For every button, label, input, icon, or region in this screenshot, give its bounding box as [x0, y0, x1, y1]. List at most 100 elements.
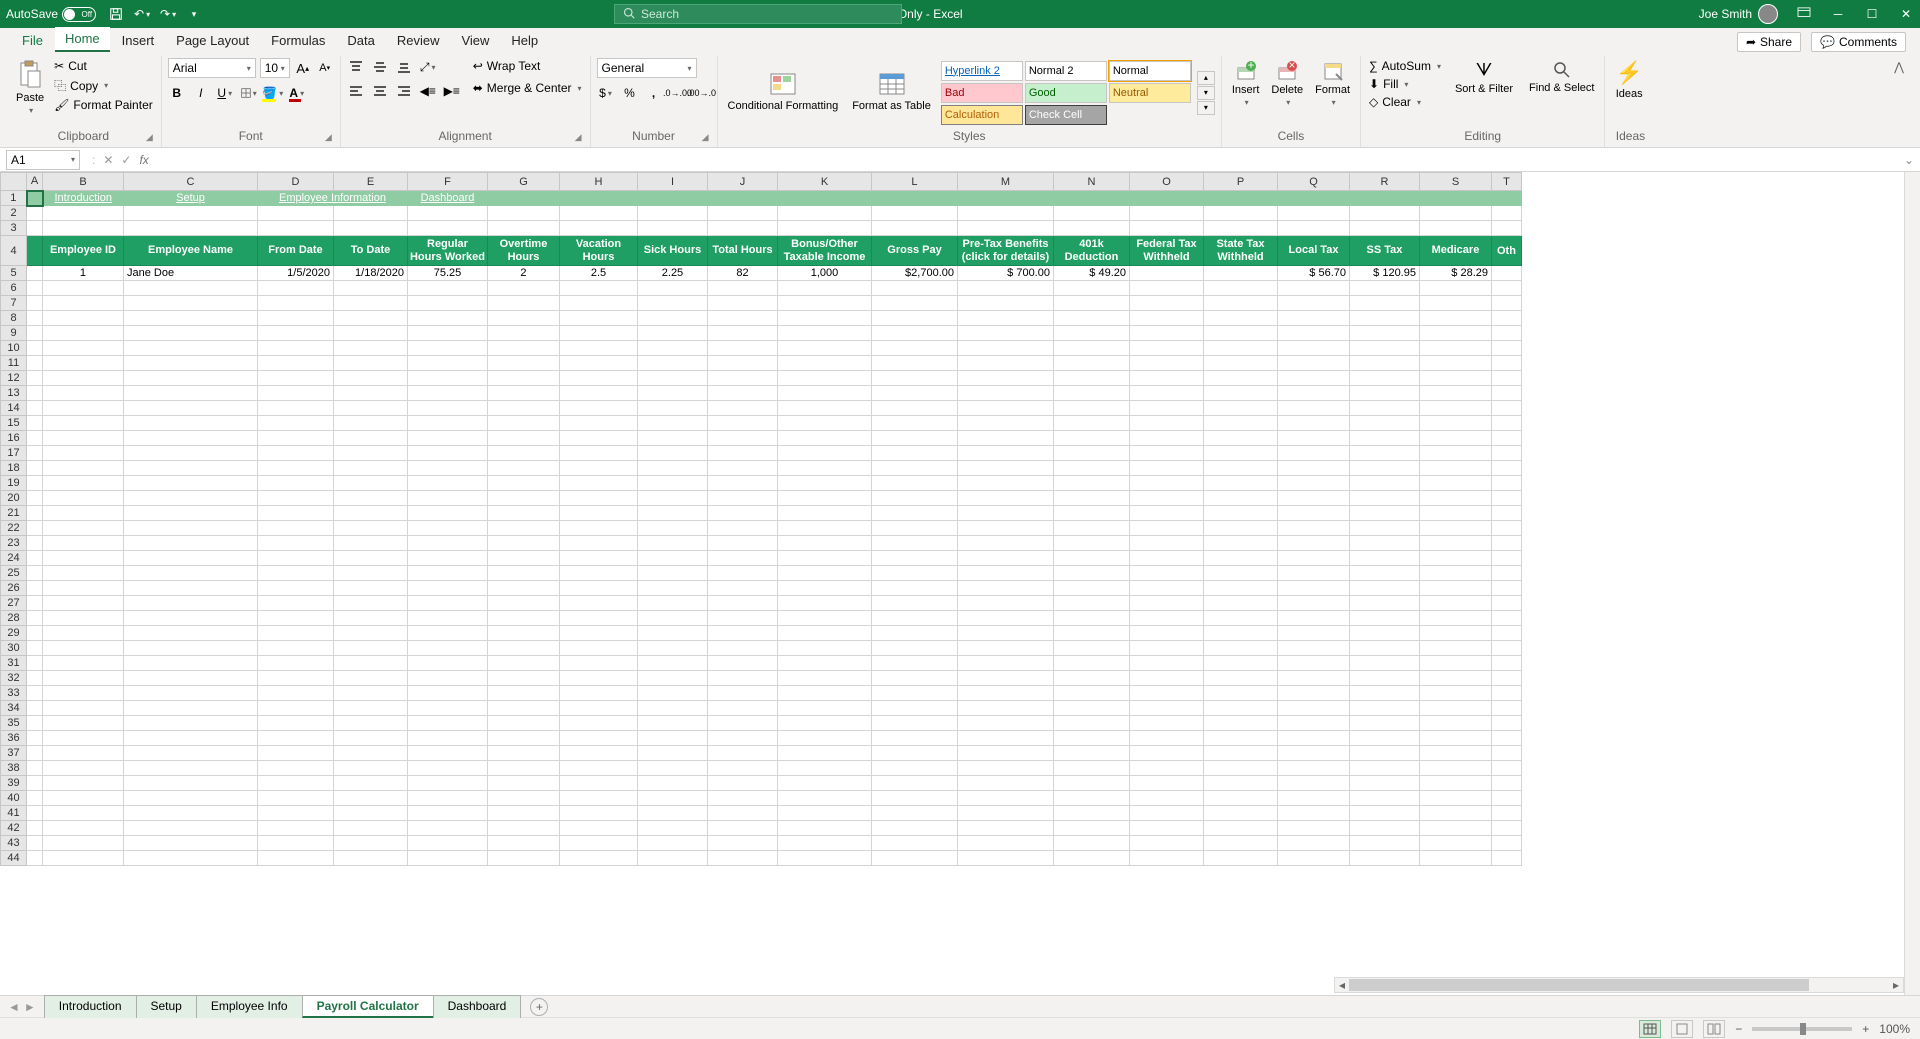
- spreadsheet-grid[interactable]: ABCDEFGHIJKLMNOPQRST1IntroductionSetupEm…: [0, 172, 1522, 866]
- conditional-formatting-button[interactable]: Conditional Formatting: [724, 70, 843, 114]
- cell[interactable]: [257, 701, 333, 716]
- cell[interactable]: [407, 626, 487, 641]
- cell[interactable]: [1349, 416, 1419, 431]
- cell[interactable]: [487, 701, 559, 716]
- cell[interactable]: [559, 416, 637, 431]
- cell[interactable]: [957, 716, 1053, 731]
- cell[interactable]: [707, 386, 777, 401]
- cell[interactable]: [43, 581, 124, 596]
- cell[interactable]: [871, 761, 957, 776]
- cell[interactable]: [487, 431, 559, 446]
- cell[interactable]: [559, 446, 637, 461]
- cell[interactable]: [957, 326, 1053, 341]
- cell[interactable]: [43, 701, 124, 716]
- cell[interactable]: [487, 371, 559, 386]
- cell[interactable]: [957, 551, 1053, 566]
- cell[interactable]: [1129, 581, 1203, 596]
- cell[interactable]: [1129, 566, 1203, 581]
- cell[interactable]: [27, 281, 43, 296]
- cell[interactable]: [707, 641, 777, 656]
- cell[interactable]: [1419, 581, 1491, 596]
- cell[interactable]: [1491, 401, 1521, 416]
- cell[interactable]: [407, 731, 487, 746]
- styles-more[interactable]: ▾: [1197, 101, 1215, 115]
- cell[interactable]: [1419, 671, 1491, 686]
- cell[interactable]: [871, 221, 957, 236]
- cell[interactable]: [777, 671, 871, 686]
- cell[interactable]: [487, 641, 559, 656]
- cell[interactable]: [123, 791, 257, 806]
- cell[interactable]: [1349, 386, 1419, 401]
- cell[interactable]: [487, 731, 559, 746]
- cell[interactable]: [777, 551, 871, 566]
- cell[interactable]: [123, 806, 257, 821]
- cell[interactable]: [1129, 491, 1203, 506]
- cell[interactable]: [1129, 506, 1203, 521]
- cell[interactable]: [1203, 566, 1277, 581]
- cell[interactable]: 1,000: [777, 266, 871, 281]
- cell[interactable]: [1349, 611, 1419, 626]
- cell[interactable]: [777, 386, 871, 401]
- cell[interactable]: [559, 191, 637, 206]
- cell[interactable]: Jane Doe: [123, 266, 257, 281]
- hscroll-left-icon[interactable]: ◂: [1335, 978, 1349, 992]
- cell[interactable]: [257, 851, 333, 866]
- cell[interactable]: [43, 206, 124, 221]
- cell[interactable]: [707, 356, 777, 371]
- cell[interactable]: [1129, 341, 1203, 356]
- cell[interactable]: [559, 581, 637, 596]
- number-dialog-launcher[interactable]: ◢: [702, 132, 709, 143]
- cell[interactable]: [123, 566, 257, 581]
- cell[interactable]: [777, 641, 871, 656]
- cell[interactable]: [1053, 431, 1129, 446]
- cell[interactable]: [871, 311, 957, 326]
- cell[interactable]: [871, 446, 957, 461]
- cell[interactable]: [1419, 506, 1491, 521]
- cell[interactable]: [559, 371, 637, 386]
- cell[interactable]: [1491, 191, 1521, 206]
- cell[interactable]: [27, 326, 43, 341]
- increase-decimal-icon[interactable]: .0→.00: [669, 84, 687, 102]
- cell[interactable]: 2.25: [637, 266, 707, 281]
- increase-font-icon[interactable]: A▴: [294, 59, 312, 77]
- cell[interactable]: [871, 851, 957, 866]
- cell[interactable]: [333, 746, 407, 761]
- select-all-cell[interactable]: [1, 173, 27, 191]
- share-button[interactable]: ➦Share: [1737, 32, 1801, 52]
- cell[interactable]: [957, 191, 1053, 206]
- column-header[interactable]: Q: [1277, 173, 1349, 191]
- cell[interactable]: [1277, 506, 1349, 521]
- cell[interactable]: [43, 431, 124, 446]
- cell[interactable]: [123, 296, 257, 311]
- cell[interactable]: [123, 686, 257, 701]
- cell[interactable]: [407, 566, 487, 581]
- cell[interactable]: [1053, 296, 1129, 311]
- cell[interactable]: [871, 191, 957, 206]
- cell[interactable]: [487, 536, 559, 551]
- cell[interactable]: [257, 221, 333, 236]
- column-header[interactable]: L: [871, 173, 957, 191]
- cell[interactable]: [1129, 671, 1203, 686]
- row-header[interactable]: 11: [1, 356, 27, 371]
- cell[interactable]: [487, 446, 559, 461]
- cell[interactable]: [1129, 206, 1203, 221]
- cell[interactable]: [1419, 716, 1491, 731]
- cell[interactable]: [257, 311, 333, 326]
- cell[interactable]: [707, 851, 777, 866]
- cell[interactable]: [1053, 491, 1129, 506]
- cell[interactable]: [27, 536, 43, 551]
- cell[interactable]: [1491, 596, 1521, 611]
- tab-view[interactable]: View: [451, 29, 499, 52]
- cell[interactable]: [957, 686, 1053, 701]
- cell[interactable]: [707, 716, 777, 731]
- cell[interactable]: [637, 191, 707, 206]
- cell[interactable]: [487, 401, 559, 416]
- row-header[interactable]: 18: [1, 461, 27, 476]
- cell[interactable]: [123, 851, 257, 866]
- cell[interactable]: [1277, 536, 1349, 551]
- cell[interactable]: [777, 611, 871, 626]
- align-right-icon[interactable]: [395, 82, 413, 100]
- cell[interactable]: [257, 656, 333, 671]
- decrease-font-icon[interactable]: A▾: [316, 59, 334, 77]
- cell[interactable]: [1491, 296, 1521, 311]
